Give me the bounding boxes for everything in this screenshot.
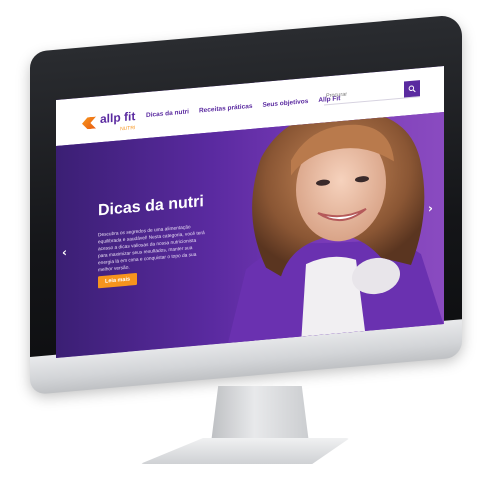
monitor-stand-base [140, 438, 350, 464]
imac-monitor: allp fit NUTRI Dicas da nutri Receitas p… [0, 0, 500, 500]
carousel-prev-icon[interactable]: ‹ [62, 245, 67, 259]
nav-item-dicas-da-nutri[interactable]: Dicas da nutri [146, 108, 189, 119]
search-icon [408, 85, 416, 93]
main-nav: Dicas da nutri Receitas práticas Seus ob… [146, 95, 340, 119]
search-input[interactable] [324, 82, 404, 104]
nav-item-seus-objetivos[interactable]: Seus objetivos [262, 98, 308, 109]
hero-banner: Dicas da nutri Descubra os segredos de u… [56, 112, 444, 358]
logo-wordmark: allp fit NUTRI [100, 107, 135, 134]
read-more-button[interactable]: Leia mais [98, 272, 138, 289]
hero-photo-nutritionist [226, 112, 444, 352]
carousel-next-icon[interactable]: › [428, 201, 433, 215]
website-screen: allp fit NUTRI Dicas da nutri Receitas p… [56, 66, 444, 359]
logo-name: allp fit [100, 109, 136, 127]
hero-description: Descubra os segredos de uma alimentação … [98, 225, 205, 274]
search-bar [324, 80, 420, 106]
brand-logo[interactable]: allp fit NUTRI [82, 107, 135, 136]
hero-title: Dicas da nutri [98, 193, 204, 220]
logo-chevron-icon [82, 117, 96, 130]
search-button[interactable] [404, 80, 420, 98]
nav-item-receitas-praticas[interactable]: Receitas práticas [199, 103, 252, 115]
logo-tagline: NUTRI [120, 125, 136, 133]
